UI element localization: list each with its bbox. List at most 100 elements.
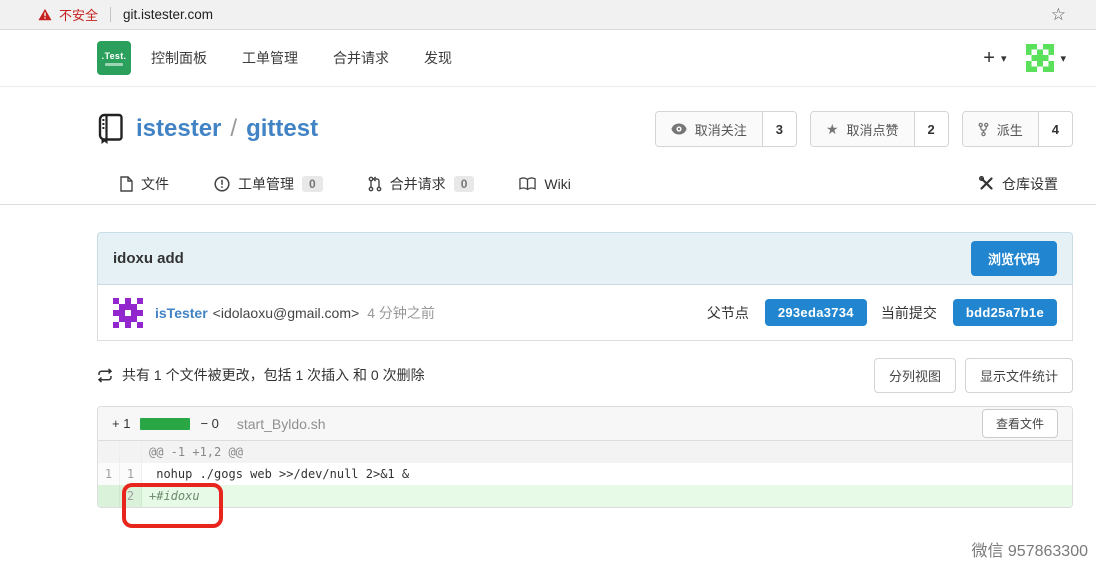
- line-old-number: 1: [98, 463, 120, 485]
- parent-commit-sha-badge[interactable]: 293eda3734: [765, 299, 867, 326]
- unwatch-button[interactable]: 取消关注: [656, 112, 762, 146]
- wiki-icon: [519, 177, 536, 191]
- nav-item-pull-requests[interactable]: 合并请求: [333, 48, 389, 68]
- new-repo-plus-button[interactable]: +: [983, 47, 995, 70]
- current-commit-sha-badge[interactable]: bdd25a7b1e: [953, 299, 1057, 326]
- hunk-old-gutter: [98, 441, 120, 463]
- compare-icon: [97, 368, 113, 383]
- line-code: +#idoxu: [142, 485, 1072, 507]
- diff-additions-bar: [140, 418, 190, 430]
- fork-button-group: 派生 4: [962, 111, 1073, 147]
- diff-line-added: 2 +#idoxu: [98, 485, 1072, 507]
- commit-message-header: idoxu add 浏览代码: [97, 232, 1073, 285]
- parent-commit-label: 父节点: [707, 303, 749, 323]
- nav-item-dashboard[interactable]: 控制面板: [151, 48, 207, 68]
- fork-count[interactable]: 4: [1038, 112, 1072, 146]
- tab-pull-requests-label: 合并请求: [390, 174, 446, 194]
- diff-summary-row: 共有 1 个文件被更改，包括 1 次插入 和 0 次删除 分列视图 显示文件统计: [97, 359, 1073, 391]
- show-file-stats-button[interactable]: 显示文件统计: [965, 358, 1073, 393]
- commit-message: idoxu add: [113, 250, 184, 267]
- commit-author-identicon: [113, 298, 143, 328]
- star-icon: ★: [826, 122, 839, 136]
- tab-repo-settings[interactable]: 仓库设置: [979, 174, 1058, 194]
- split-view-button[interactable]: 分列视图: [874, 358, 956, 393]
- diff-summary-text: 共有 1 个文件被更改，包括 1 次插入 和 0 次删除: [122, 365, 425, 385]
- repo-owner-link[interactable]: istester: [136, 115, 221, 143]
- line-new-number: 1: [120, 463, 142, 485]
- commit-author-email: <idolaoxu@gmail.com>: [213, 305, 360, 321]
- unstar-button[interactable]: ★ 取消点赞: [811, 112, 914, 146]
- star-count[interactable]: 2: [914, 112, 948, 146]
- top-navbar: .Test. 控制面板 工单管理 合并请求 发现 + ▾: [0, 30, 1096, 87]
- line-old-number: [98, 485, 120, 507]
- fork-label: 派生: [997, 120, 1023, 139]
- nav-item-explore[interactable]: 发现: [424, 48, 452, 68]
- tab-pull-requests[interactable]: 合并请求 0: [368, 174, 475, 194]
- repo-actions: 取消关注 3 ★ 取消点赞 2: [655, 111, 1073, 147]
- commit-author-avatar[interactable]: [113, 298, 143, 328]
- unwatch-label: 取消关注: [695, 120, 747, 139]
- tab-wiki-label: Wiki: [544, 176, 570, 192]
- fork-button[interactable]: 派生: [963, 112, 1038, 146]
- repo-name-link[interactable]: gittest: [246, 115, 318, 143]
- diff-hunk-row: @@ -1 +1,2 @@: [98, 441, 1072, 463]
- repo-book-icon: [97, 113, 124, 145]
- watch-count[interactable]: 3: [762, 112, 796, 146]
- browse-code-button[interactable]: 浏览代码: [971, 241, 1057, 276]
- tab-files[interactable]: 文件: [120, 174, 169, 194]
- plus-dropdown-caret-icon[interactable]: ▾: [1001, 52, 1007, 65]
- security-warning-label[interactable]: 不安全: [59, 5, 98, 24]
- tools-icon: [979, 176, 994, 191]
- warning-triangle-icon: [38, 8, 52, 21]
- user-avatar-identicon: [1026, 44, 1054, 72]
- site-logo-text: .Test.: [102, 51, 127, 61]
- commit-author-link[interactable]: isTester: [155, 305, 208, 321]
- nav-right: + ▾ ▾: [983, 44, 1096, 72]
- commit-meta-row: isTester <idolaoxu@gmail.com> 4 分钟之前 父节点…: [97, 285, 1073, 341]
- site-logo[interactable]: .Test.: [97, 41, 131, 75]
- address-bar-divider: [110, 7, 111, 22]
- pull-request-icon: [368, 176, 382, 192]
- bookmark-star-icon[interactable]: ☆: [1051, 6, 1066, 23]
- browser-address-bar[interactable]: 不安全 git.istester.com ☆: [0, 0, 1096, 30]
- file-icon: [120, 176, 133, 192]
- repo-settings-label: 仓库设置: [1002, 174, 1058, 194]
- hunk-header-text: @@ -1 +1,2 @@: [142, 441, 1072, 463]
- tab-issues[interactable]: 工单管理 0: [214, 174, 323, 194]
- unstar-label: 取消点赞: [847, 120, 899, 139]
- pull-requests-count-badge: 0: [454, 176, 475, 192]
- url-text[interactable]: git.istester.com: [123, 7, 213, 22]
- diff-table: @@ -1 +1,2 @@ 1 1 nohup ./gogs web >>/de…: [98, 441, 1072, 507]
- tab-wiki[interactable]: Wiki: [519, 176, 570, 192]
- nav-item-issues[interactable]: 工单管理: [242, 48, 298, 68]
- tab-files-label: 文件: [141, 174, 169, 194]
- issues-count-badge: 0: [302, 176, 323, 192]
- diff-view-buttons: 分列视图 显示文件统计: [874, 358, 1073, 393]
- hunk-new-gutter: [120, 441, 142, 463]
- repo-separator: /: [230, 115, 237, 143]
- wechat-watermark: 微信 957863300: [971, 537, 1088, 561]
- tab-issues-label: 工单管理: [238, 174, 294, 194]
- additions-count: + 1: [112, 416, 130, 431]
- commit-refs: 父节点 293eda3734 当前提交 bdd25a7b1e: [707, 299, 1057, 326]
- commit-time: 4 分钟之前: [367, 303, 435, 323]
- repo-title-row: istester / gittest 取消关注: [97, 107, 1073, 151]
- deletions-count: − 0: [200, 416, 218, 431]
- unwatch-button-group: 取消关注 3: [655, 111, 797, 147]
- page: 不安全 git.istester.com ☆ .Test. 控制面板 工单管理 …: [0, 0, 1096, 563]
- line-code: nohup ./gogs web >>/dev/null 2>&1 &: [142, 463, 1072, 485]
- repo-tabs: 文件 工单管理 0: [0, 163, 1096, 205]
- fork-icon: [978, 122, 989, 137]
- commit-page-content: idoxu add 浏览代码 i: [97, 232, 1073, 508]
- repo-header-section: istester / gittest 取消关注: [0, 87, 1096, 151]
- unstar-button-group: ★ 取消点赞 2: [810, 111, 949, 147]
- diff-filename: start_Byldo.sh: [237, 416, 326, 432]
- line-new-number: 2: [120, 485, 142, 507]
- user-dropdown-caret-icon[interactable]: ▾: [1060, 52, 1066, 65]
- site-logo-subbar: [105, 63, 123, 66]
- user-avatar[interactable]: [1026, 44, 1054, 72]
- issue-icon: [214, 176, 230, 192]
- nav-menu: 控制面板 工单管理 合并请求 发现: [151, 48, 452, 68]
- view-file-button[interactable]: 查看文件: [982, 409, 1058, 438]
- commit-box: idoxu add 浏览代码 i: [97, 232, 1073, 341]
